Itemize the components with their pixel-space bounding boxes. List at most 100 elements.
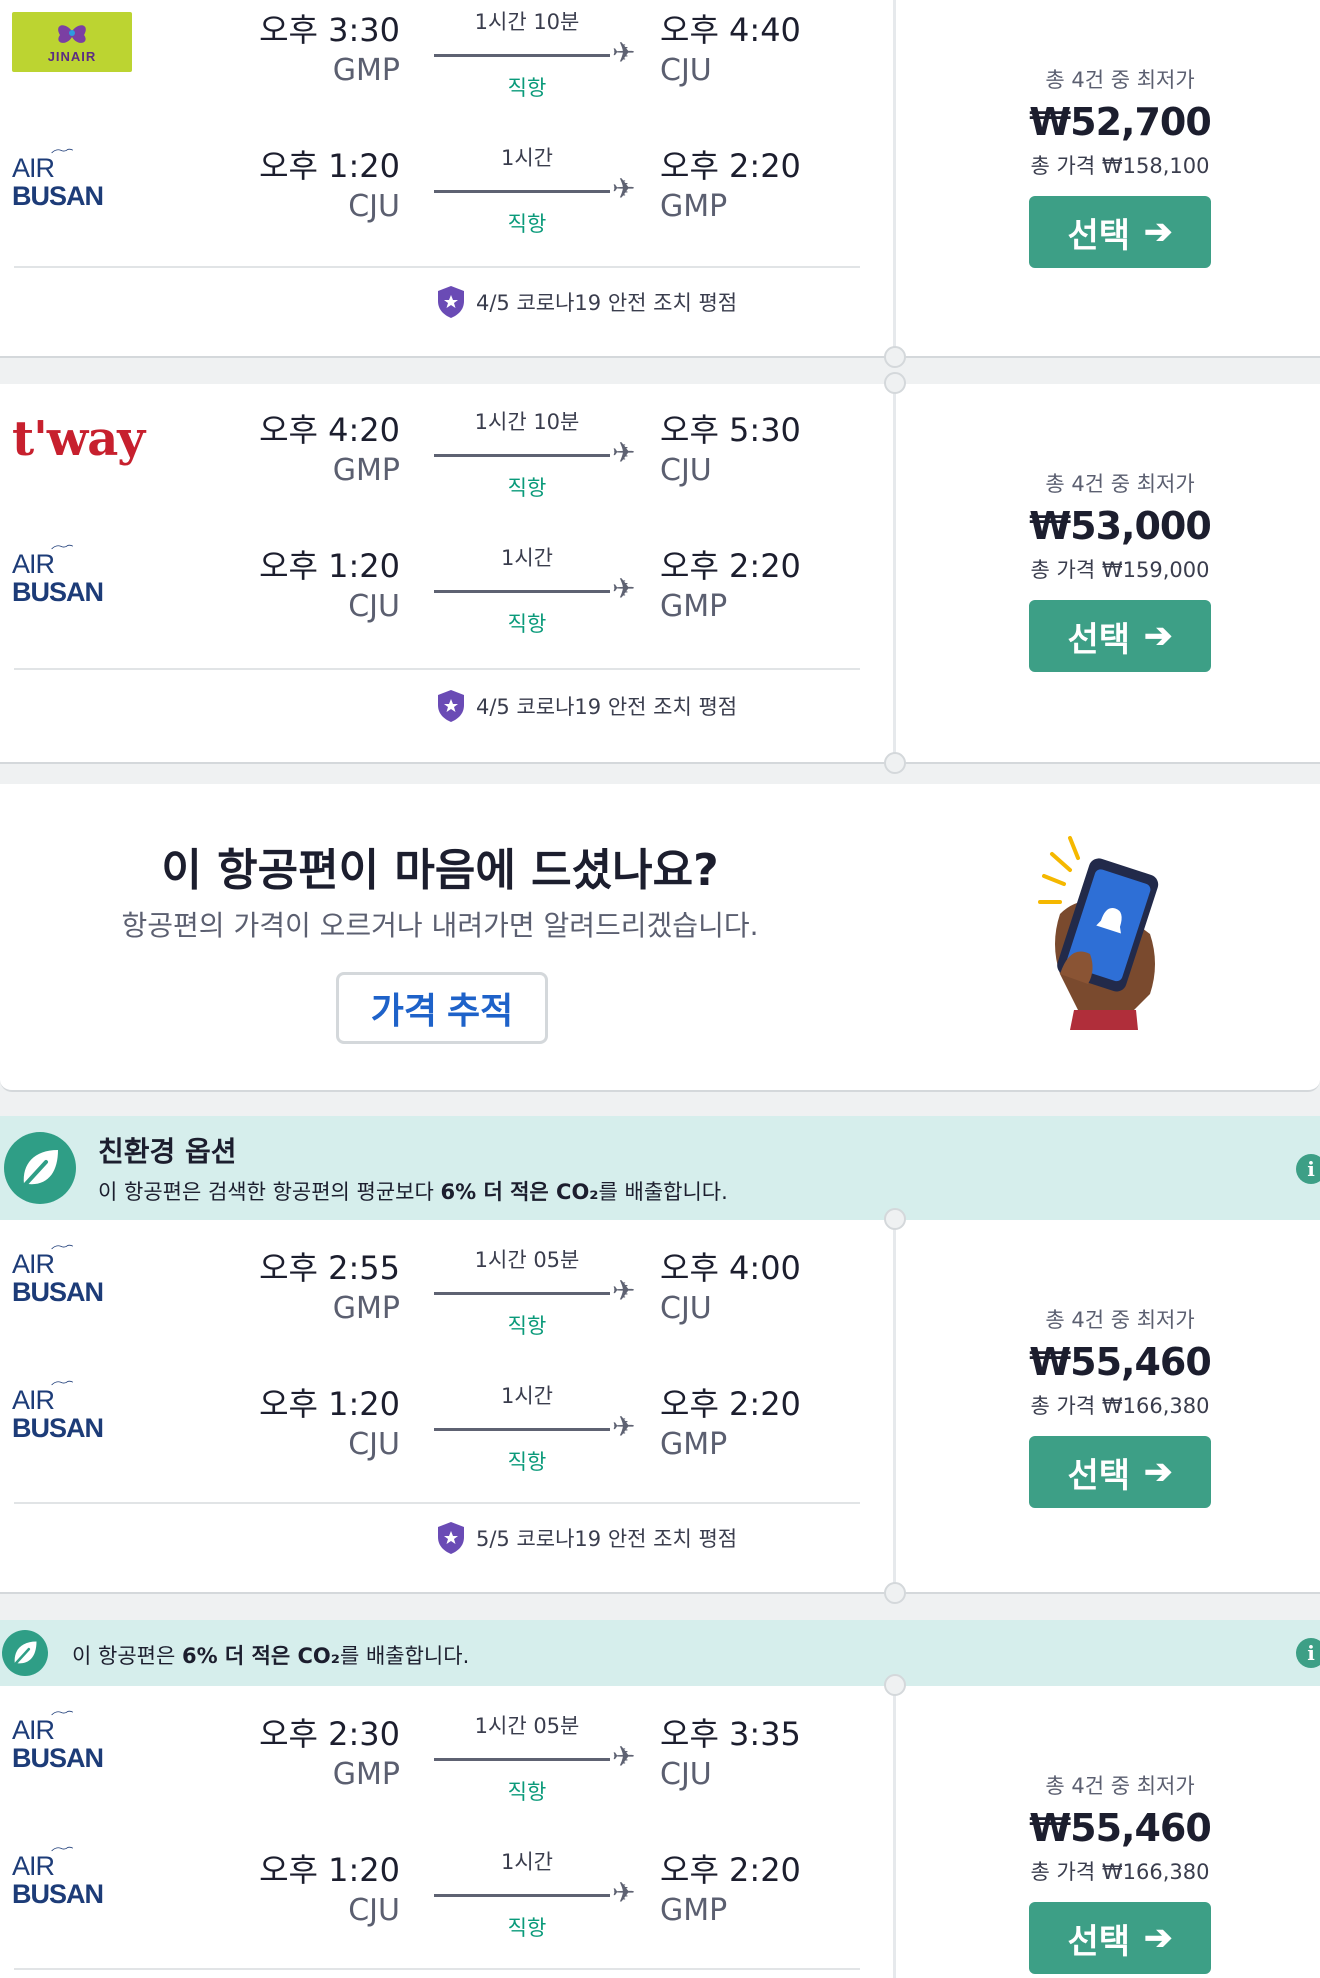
divider [14,1968,860,1970]
price: ₩55,460 [1029,1806,1212,1850]
eco-description: 이 항공편은 검색한 항공편의 평균보다 6% 더 적은 CO₂를 배출합니다. [98,1180,728,1204]
flight-path: 1시간 05분 ✈ 직항 [432,1238,646,1338]
promo-subtitle: 항공편의 가격이 오르거나 내려가면 알려드리겠습니다. [121,909,759,942]
leaf-icon [2,1630,48,1676]
plane-icon: ✈ [612,1876,636,1909]
plane-icon: ✈ [612,436,636,469]
safety-rating: 4/5 코로나19 안전 조치 평점 [436,688,737,724]
flight-card[interactable]: JINAIR 오후 3:30 GMP 1시간 10분 ✈ 직항 오후 4:40 CJU … [0,0,1320,368]
promo-title: 이 항공편이 마음에 드셨나요? [161,845,719,896]
card-notch [884,1208,906,1230]
flight-card[interactable]: AIR BUSAN 오후 2:30 GMP 1시간 05분 ✈ 직항 오후 3:35 C… [0,1674,1320,1978]
total-price: 총 가격 ₩159,000 [1030,558,1210,582]
plane-icon: ✈ [612,172,636,205]
tway-logo: t'way [12,411,145,467]
price-panel: 총 4건 중 최저가 ₩55,460 총 가격 ₩166,380 선택 ➔ [1000,1304,1240,1508]
flight-card[interactable]: AIR BUSAN 오후 2:55 GMP 1시간 05분 ✈ 직항 오후 4:00 C… [0,1208,1320,1604]
card-divider [893,1686,896,1978]
info-icon[interactable]: i [1296,1154,1320,1184]
duration: 1시간 [500,1850,553,1874]
arrival-airport: CJU [660,453,712,488]
select-button[interactable]: 선택 ➔ [1029,1436,1211,1508]
departure-airport: GMP [332,453,400,488]
arrival-airport: CJU [660,53,712,88]
flight-path: 1시간 ✈ 직항 [432,536,646,636]
plane-icon: ✈ [612,36,636,69]
flight-path: 1시간 ✈ 직항 [432,1374,646,1474]
flight-path: 1시간 ✈ 직항 [432,1840,646,1940]
select-button[interactable]: 선택 ➔ [1029,1902,1211,1974]
info-icon[interactable]: i [1296,1638,1320,1668]
price-label: 총 4건 중 최저가 [1045,68,1195,92]
divider [14,1502,860,1504]
eco-title: 친환경 옵션 [98,1135,237,1168]
departure-time: 오후 3:30 [259,11,400,49]
arrival-time: 오후 2:20 [660,547,801,585]
price-panel: 총 4건 중 최저가 ₩52,700 총 가격 ₩158,100 선택 ➔ [1000,64,1240,268]
arrow-right-icon: ➔ [1144,617,1173,655]
flight-card[interactable]: t'way 오후 4:20 GMP 1시간 10분 ✈ 직항 오후 5:30 CJU A… [0,372,1320,774]
duration: 1시간 05분 [474,1248,580,1272]
direct-label: 직항 [507,212,547,236]
price-panel: 총 4건 중 최저가 ₩55,460 총 가격 ₩166,380 선택 ➔ [1000,1770,1240,1974]
card-notch [884,1674,906,1696]
price-panel: 총 4건 중 최저가 ₩53,000 총 가격 ₩159,000 선택 ➔ [1000,468,1240,672]
airbusan-logo: AIR BUSAN [12,1846,136,1908]
select-button[interactable]: 선택 ➔ [1029,600,1211,672]
flight-path: 1시간 10분 ✈ 직항 [432,0,646,100]
arrival-airport: GMP [660,1427,728,1462]
direct-label: 직항 [507,476,547,500]
card-divider [893,0,896,356]
eco-option-banner: 이 항공편은 6% 더 적은 CO₂를 배출합니다. i [0,1620,1320,1686]
departure-airport: CJU [348,1427,400,1462]
arrival-airport: CJU [660,1291,712,1326]
departure-time: 오후 2:55 [259,1249,400,1287]
shield-icon [438,1522,464,1554]
arrival-time: 오후 2:20 [660,147,801,185]
arrival-time: 오후 2:20 [660,1851,801,1889]
card-notch [884,1582,906,1604]
arrow-right-icon: ➔ [1144,1919,1173,1957]
flight-path: 1시간 10분 ✈ 직항 [432,400,646,500]
arrival-airport: GMP [660,189,728,224]
safety-rating: 4/5 코로나19 안전 조치 평점 [436,284,737,320]
airbusan-logo: AIR BUSAN [12,1380,136,1442]
plane-icon: ✈ [612,1740,636,1773]
plane-icon: ✈ [612,572,636,605]
price-label: 총 4건 중 최저가 [1045,472,1195,496]
card-divider [893,1220,896,1592]
divider [14,266,860,268]
shield-icon [438,286,464,318]
arrival-time: 오후 2:20 [660,1385,801,1423]
departure-time: 오후 1:20 [259,547,400,585]
eco-option-banner: 친환경 옵션 이 항공편은 검색한 항공편의 평균보다 6% 더 적은 CO₂를… [0,1116,1320,1220]
price: ₩53,000 [1029,504,1212,548]
duration: 1시간 10분 [474,10,580,34]
price-label: 총 4건 중 최저가 [1045,1774,1195,1798]
departure-airport: GMP [332,53,400,88]
duration: 1시간 [500,146,553,170]
phone-notification-illustration [1038,836,1159,1030]
airbusan-logo: AIR BUSAN [12,544,136,606]
arrival-time: 오후 3:35 [660,1715,801,1753]
direct-label: 직항 [507,76,547,100]
select-button[interactable]: 선택 ➔ [1029,196,1211,268]
card-divider [893,384,896,762]
total-price: 총 가격 ₩166,380 [1030,1394,1210,1418]
shield-icon [438,690,464,722]
arrow-right-icon: ➔ [1144,1453,1173,1491]
departure-airport: GMP [332,1757,400,1792]
departure-time: 오후 1:20 [259,1851,400,1889]
departure-airport: CJU [348,1893,400,1928]
leaf-icon [4,1132,76,1204]
direct-label: 직항 [507,1780,547,1804]
price-track-button[interactable]: 가격 추적 [336,972,548,1044]
arrival-airport: GMP [660,1893,728,1928]
price-label: 총 4건 중 최저가 [1045,1308,1195,1332]
arrival-time: 오후 5:30 [660,411,801,449]
eco-description: 이 항공편은 6% 더 적은 CO₂를 배출합니다. [72,1644,470,1668]
total-price: 총 가격 ₩158,100 [1030,154,1210,178]
departure-airport: GMP [332,1291,400,1326]
airbusan-logo: AIR BUSAN [12,1710,136,1772]
airbusan-logo: AIR BUSAN [12,1244,136,1306]
